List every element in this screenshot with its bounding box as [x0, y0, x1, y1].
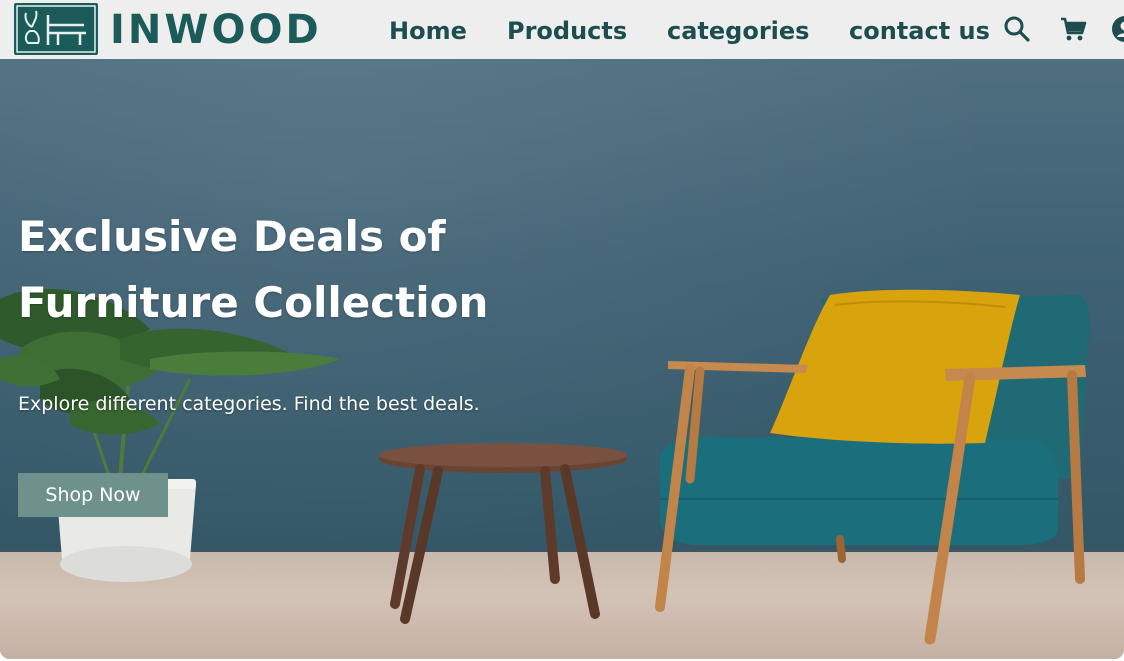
site-header: INWOOD Home Products categories contact … — [0, 0, 1124, 59]
hero-title-line1: Exclusive Deals of — [18, 212, 446, 261]
brand-name[interactable]: INWOOD — [110, 4, 322, 56]
brand-logo-icon[interactable] — [14, 3, 98, 55]
nav-products-link[interactable]: Products — [507, 0, 627, 59]
nav-categories-link[interactable]: categories — [667, 0, 809, 59]
hero-title: Exclusive Deals of Furniture Collection — [18, 204, 578, 336]
hero-title-line2: Furniture Collection — [18, 278, 489, 327]
search-icon[interactable] — [1002, 14, 1032, 44]
nav-home-link[interactable]: Home — [389, 0, 467, 59]
nav-contact-link[interactable]: contact us — [849, 0, 990, 59]
hero-banner: Exclusive Deals of Furniture Collection … — [0, 59, 1124, 659]
cart-icon[interactable] — [1058, 14, 1088, 44]
hero-furniture-image — [0, 289, 1090, 645]
shop-now-button[interactable]: Shop Now — [18, 473, 168, 517]
armchair-image — [655, 289, 1090, 645]
hero-subtitle: Explore different categories. Find the b… — [18, 393, 480, 415]
user-icon[interactable] — [1110, 14, 1124, 44]
side-table-image — [379, 443, 627, 624]
